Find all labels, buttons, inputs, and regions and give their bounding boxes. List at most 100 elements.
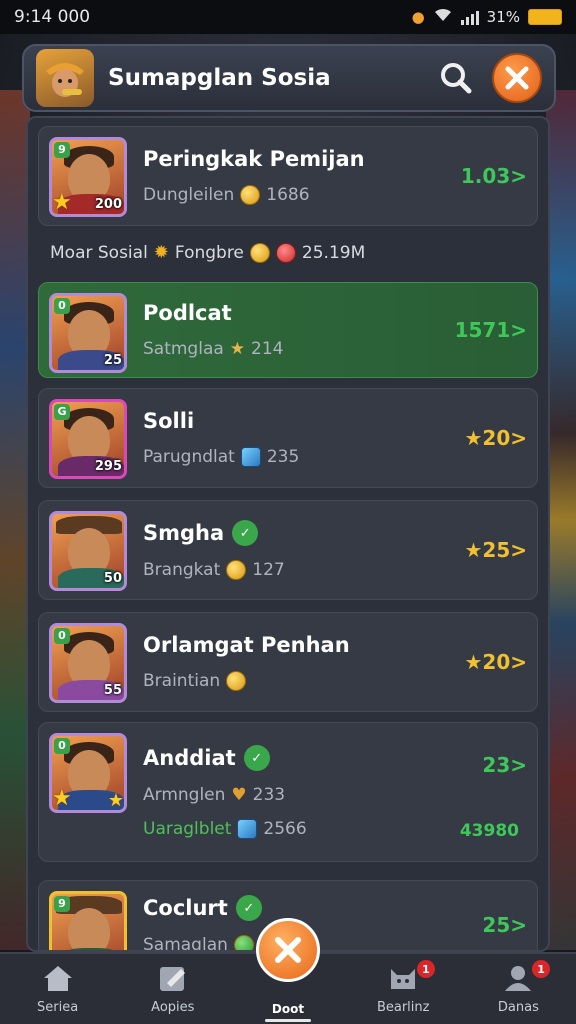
player-name-text: Podlcat (143, 301, 232, 325)
player-stat: Satmglaa ★ 214 (143, 339, 437, 359)
star-icon: ★ (229, 339, 246, 359)
player-score[interactable]: 1.03> (437, 137, 527, 215)
player-score[interactable]: 1571> (437, 293, 527, 367)
coin-icon (240, 185, 261, 205)
player-row[interactable]: 0 25 Podlcat Satmglaa ★ 214 1571> (38, 282, 538, 378)
cat-icon (387, 963, 419, 997)
player-score[interactable]: ★20> (437, 399, 527, 477)
nav-item[interactable]: Seriea (0, 954, 115, 1024)
player-row[interactable]: G 295 Solli Parugndlat 235 ★20> (38, 388, 538, 488)
player-stat-label: Uaraglblet (143, 819, 232, 839)
level-label: 25 (103, 353, 122, 368)
signal-icon (460, 9, 479, 25)
player-score[interactable]: 25> (437, 891, 527, 950)
player-stat-label: Armnglen (143, 785, 226, 805)
verified-icon: ✓ (232, 520, 259, 546)
nav-label: Danas (497, 1000, 539, 1015)
player-name-text: Solli (143, 409, 195, 433)
rank-badge: 0 (54, 628, 70, 644)
battery-icon (528, 9, 562, 25)
player-stat-value: 214 (251, 339, 284, 359)
player-info: Solli Parugndlat 235 (143, 399, 437, 477)
player-name: Smgha ✓ (143, 520, 437, 546)
player-portrait: 9 200 ★ (49, 137, 127, 217)
player-row[interactable]: 0 ★ ★ Anddiat ✓ Armnglen ♥ 233 Uaraglblet 2566 23>… (38, 722, 538, 862)
player-stat-label: Samaglan (143, 935, 228, 952)
search-button[interactable] (434, 56, 478, 100)
nav-item[interactable]: Bearlinz 1 (346, 954, 461, 1024)
page-title: Sumapglan Sosia (108, 65, 331, 91)
nav-item[interactable]: Doot (230, 918, 345, 1024)
player-score[interactable]: ★25> (437, 511, 527, 589)
player-portrait: 0 25 (49, 293, 127, 373)
mascot-icon (46, 63, 84, 97)
nav-label: Seriea (37, 1000, 79, 1015)
player-name-text: Orlamgat Penhan (143, 633, 350, 657)
nav-item[interactable]: Danas 1 (461, 954, 576, 1024)
heart-icon: ♥ (231, 785, 247, 805)
verified-icon: ✓ (243, 745, 270, 771)
verified-icon: ✓ (235, 895, 262, 921)
bottom-nav: Seriea Aopies Doot Bearlinz 1 Danas 1 (0, 918, 576, 1024)
level-label: 50 (103, 571, 122, 586)
level-label: 55 (103, 683, 122, 698)
backdrop-right-scenery (546, 90, 576, 950)
profile-icon (502, 963, 534, 997)
notification-badge: 1 (532, 960, 551, 978)
notification-badge: 1 (416, 960, 435, 978)
player-stat-label: Brangkat (143, 560, 221, 580)
player-info: Smgha ✓ Brangkat 127 (143, 511, 437, 589)
nav-item[interactable]: Aopies (115, 954, 230, 1024)
player-score[interactable]: ★20> (437, 623, 527, 701)
center-action-button[interactable] (256, 918, 320, 982)
player-stat: Armnglen ♥ 233 (143, 785, 437, 805)
player-stat: Braintian (143, 671, 437, 691)
player-name: Solli (143, 409, 437, 433)
coin-icon (226, 560, 247, 580)
search-icon (441, 63, 472, 94)
player-name-text: Anddiat (143, 746, 236, 770)
player-portrait: G 295 (49, 399, 127, 479)
status-time: 9:14 000 (14, 7, 91, 27)
sun-icon: ✹ (153, 242, 169, 263)
rank-badge: G (54, 404, 70, 420)
player-stat-label: Satmglaa (143, 339, 224, 359)
player-name-text: Smgha (143, 521, 225, 545)
player-name-text: Peringkak Pemijan (143, 147, 365, 171)
player-stat-value: 127 (252, 560, 285, 580)
player-stat-value: 233 (252, 785, 286, 805)
star-icon: ★ (107, 790, 124, 811)
edit-icon (157, 963, 189, 997)
coin-icon (226, 671, 247, 691)
status-indicators: ● 31% (412, 7, 562, 27)
rank-badge: 0 (54, 738, 70, 754)
ruby-icon (275, 242, 296, 263)
player-portrait: 0 ★ ★ (49, 733, 127, 813)
player-info: Peringkak Pemijan Dungleilen 1686 (143, 137, 437, 215)
player-stat-value: 235 (266, 447, 300, 467)
coin-icon (249, 242, 270, 263)
star-icon: ★ (52, 190, 72, 215)
close-button[interactable] (492, 53, 542, 103)
player-stat-value: 1686 (266, 185, 310, 205)
social-summary-label: Moar Sosial (50, 242, 148, 263)
player-row[interactable]: 9 200 ★ Peringkak Pemijan Dungleilen 1686 1.03… (38, 126, 538, 226)
player-row[interactable]: 50 Smgha ✓ Brangkat 127 ★25> (38, 500, 538, 600)
player-portrait: 50 (49, 511, 127, 591)
rank-badge: 9 (54, 142, 70, 158)
player-row[interactable]: 0 55 Orlamgat Penhan Braintian ★20> (38, 612, 538, 712)
social-summary: Moar Sosial ✹ Fongbre 25.19M (50, 242, 365, 263)
notification-icon: ● (411, 8, 425, 26)
player-avatar[interactable] (36, 49, 94, 107)
nav-label: Bearlinz (376, 1000, 430, 1015)
player-stat: Brangkat 127 (143, 560, 437, 580)
level-label: 295 (94, 459, 122, 474)
header-bar: Sumapglan Sosia (22, 44, 556, 112)
nav-label: Aopies (151, 1000, 195, 1015)
active-indicator (264, 1019, 312, 1022)
social-list-panel[interactable]: 9 200 ★ Peringkak Pemijan Dungleilen 1686 1.03… (26, 116, 550, 952)
player-stat-label: Dungleilen (143, 185, 235, 205)
player-stat-value: 2566 (263, 819, 307, 839)
nav-label: Doot (271, 1002, 305, 1016)
player-name: Anddiat ✓ (143, 745, 437, 771)
